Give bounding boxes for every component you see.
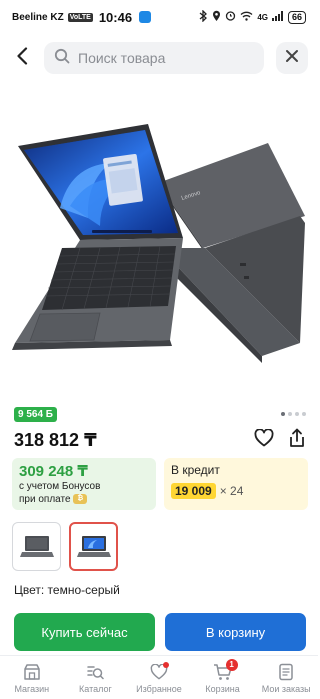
close-button[interactable] — [276, 42, 308, 74]
carrier-name: Beeline KZ — [12, 11, 64, 23]
share-icon — [288, 428, 306, 452]
favorite-button[interactable] — [254, 427, 274, 452]
bluetooth-icon — [199, 8, 208, 25]
badge-row: 9 564 Б — [14, 406, 306, 422]
clock: 10:46 — [98, 9, 133, 25]
laptop-product-image: Lenovo — [12, 124, 305, 363]
nav-item-catalog[interactable]: Каталог — [64, 656, 128, 699]
bonus-points-badge: 9 564 Б — [14, 406, 57, 422]
signal-icon — [271, 10, 284, 24]
heart-outline-icon — [254, 427, 274, 451]
credit-offer-card[interactable]: В кредит 19 009 × 24 — [164, 458, 308, 510]
nav-item-store[interactable]: Магазин — [0, 656, 64, 699]
action-buttons: Купить сейчас В корзину — [14, 613, 306, 651]
location-icon — [212, 10, 221, 25]
bottom-navigation: Магазин Каталог Избранное 1 Корзина Мои … — [0, 655, 318, 699]
search-header: Поиск товара — [0, 38, 318, 78]
bonus-price: 309 248 ₸ — [19, 463, 88, 480]
buy-now-button[interactable]: Купить сейчас — [14, 613, 155, 651]
credit-label: В кредит — [171, 463, 220, 477]
notification-app-icon — [139, 11, 152, 23]
favorites-dot — [162, 661, 169, 668]
volte-indicator: VoLTE — [67, 12, 93, 22]
heart-icon — [148, 661, 170, 682]
alarm-icon — [225, 10, 236, 24]
product-image-gallery[interactable]: Lenovo — [0, 88, 318, 388]
add-to-cart-button[interactable]: В корзину — [165, 613, 306, 651]
search-input[interactable]: Поиск товара — [44, 42, 264, 74]
store-icon — [21, 662, 43, 682]
search-placeholder: Поиск товара — [78, 50, 166, 66]
gallery-pagination — [281, 412, 306, 416]
wifi-icon — [240, 11, 253, 24]
network-type: 4G — [257, 12, 268, 22]
variant-thumb-1[interactable] — [12, 522, 61, 571]
cart-count-badge: 1 — [225, 658, 238, 671]
orders-icon — [275, 662, 297, 682]
credit-months: × 24 — [219, 484, 244, 498]
back-button[interactable] — [0, 38, 44, 78]
battery-indicator: 66 — [287, 10, 306, 24]
color-label: Цвет: темно-серый — [14, 583, 120, 597]
nav-item-favorites[interactable]: Избранное — [127, 656, 191, 699]
laptop-thumb-image — [76, 535, 111, 557]
nav-label-catalog: Каталог — [79, 683, 112, 694]
nav-label-store: Магазин — [14, 683, 50, 694]
payment-offers: 309 248 ₸ с учетом Бонусов при оплате ₿ … — [12, 458, 308, 510]
coin-icon: ₿ — [73, 494, 88, 505]
gallery-dot[interactable] — [288, 412, 292, 416]
credit-monthly-amount: 19 009 — [171, 483, 216, 499]
bonus-line-2: при оплате — [19, 494, 71, 505]
gallery-dot[interactable] — [302, 412, 306, 416]
bonus-offer-card[interactable]: 309 248 ₸ с учетом Бонусов при оплате ₿ — [12, 458, 156, 510]
laptop-thumb-image — [19, 535, 54, 557]
nav-label-orders: Мои заказы — [261, 683, 311, 694]
search-icon — [54, 48, 70, 69]
share-button[interactable] — [288, 428, 306, 453]
close-icon — [285, 49, 299, 68]
product-price: 318 812 ₸ — [14, 429, 97, 450]
nav-label-favorites: Избранное — [136, 683, 182, 694]
gallery-dot[interactable] — [295, 412, 299, 416]
variant-thumb-2[interactable] — [69, 522, 118, 571]
price-row: 318 812 ₸ — [14, 427, 306, 453]
catalog-search-icon — [84, 662, 106, 682]
nav-item-orders[interactable]: Мои заказы — [254, 656, 318, 699]
gallery-dot[interactable] — [281, 412, 285, 416]
bonus-line-1: с учетом Бонусов — [19, 481, 101, 492]
back-arrow-icon — [16, 46, 28, 70]
nav-label-cart: Корзина — [205, 683, 240, 694]
variant-thumbnails — [12, 522, 118, 571]
cart-icon: 1 — [212, 658, 238, 682]
status-bar: Beeline KZ VoLTE 10:46 4G 66 — [0, 0, 318, 34]
nav-item-cart[interactable]: 1 Корзина — [191, 656, 255, 699]
